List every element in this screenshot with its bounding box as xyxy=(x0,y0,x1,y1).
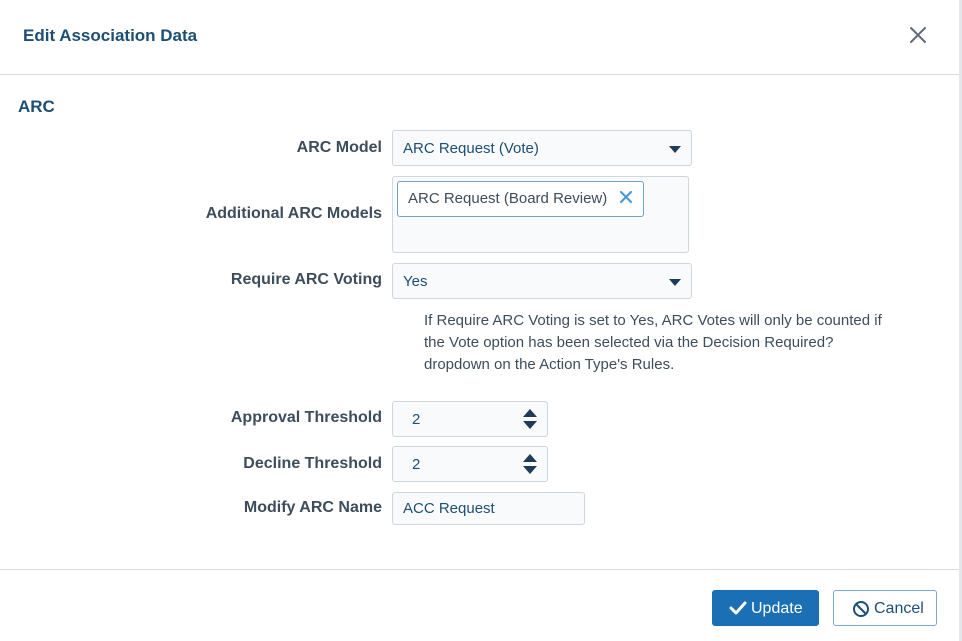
section-title: ARC xyxy=(18,97,55,116)
additional-arc-models-multiselect[interactable]: ARC Request (Board Review) xyxy=(392,176,689,253)
update-button[interactable]: Update xyxy=(712,590,819,626)
decline-threshold-stepper[interactable]: 2 xyxy=(392,446,548,482)
increment-icon[interactable] xyxy=(523,409,537,417)
approval-threshold-value: 2 xyxy=(412,411,421,428)
additional-arc-models-label: Additional ARC Models xyxy=(205,205,382,222)
spinner-icon[interactable] xyxy=(523,409,537,431)
remove-chip-icon[interactable] xyxy=(619,190,633,204)
check-icon xyxy=(729,601,747,615)
arc-model-value: ARC Request (Vote) xyxy=(403,140,539,157)
arc-model-label: ARC Model xyxy=(296,139,382,156)
increment-icon[interactable] xyxy=(523,454,537,462)
edit-association-dialog: Edit Association Data ARC ARC Model ARC … xyxy=(0,0,962,641)
decrement-icon[interactable] xyxy=(523,421,537,429)
chip-label: ARC Request (Board Review) xyxy=(408,190,608,207)
cancel-label: Cancel xyxy=(874,600,924,617)
decline-threshold-label: Decline Threshold xyxy=(243,455,382,472)
voting-help-text: If Require ARC Voting is set to Yes, ARC… xyxy=(424,312,882,373)
selected-chip: ARC Request (Board Review) xyxy=(397,181,645,217)
close-icon xyxy=(910,27,926,43)
require-arc-voting-label: Require ARC Voting xyxy=(230,271,382,288)
chevron-down-icon xyxy=(669,279,681,286)
modify-arc-name-label: Modify ARC Name xyxy=(243,499,382,516)
cancel-button[interactable]: Cancel xyxy=(833,590,937,626)
spinner-icon[interactable] xyxy=(523,454,537,476)
update-label: Update xyxy=(751,600,803,617)
dialog-header: Edit Association Data xyxy=(0,0,959,75)
decline-threshold-value: 2 xyxy=(412,456,421,473)
approval-threshold-label: Approval Threshold xyxy=(230,409,382,426)
ban-icon xyxy=(853,601,869,617)
dialog-title: Edit Association Data xyxy=(23,26,198,45)
close-button[interactable] xyxy=(905,24,931,48)
approval-threshold-stepper[interactable]: 2 xyxy=(392,401,548,437)
modify-arc-name-input[interactable] xyxy=(392,492,585,525)
footer-divider xyxy=(0,569,959,570)
decrement-icon[interactable] xyxy=(523,466,537,474)
chevron-down-icon xyxy=(669,146,681,153)
arc-model-select[interactable]: ARC Request (Vote) xyxy=(392,130,692,166)
require-arc-voting-value: Yes xyxy=(403,273,428,290)
require-arc-voting-select[interactable]: Yes xyxy=(392,263,692,299)
